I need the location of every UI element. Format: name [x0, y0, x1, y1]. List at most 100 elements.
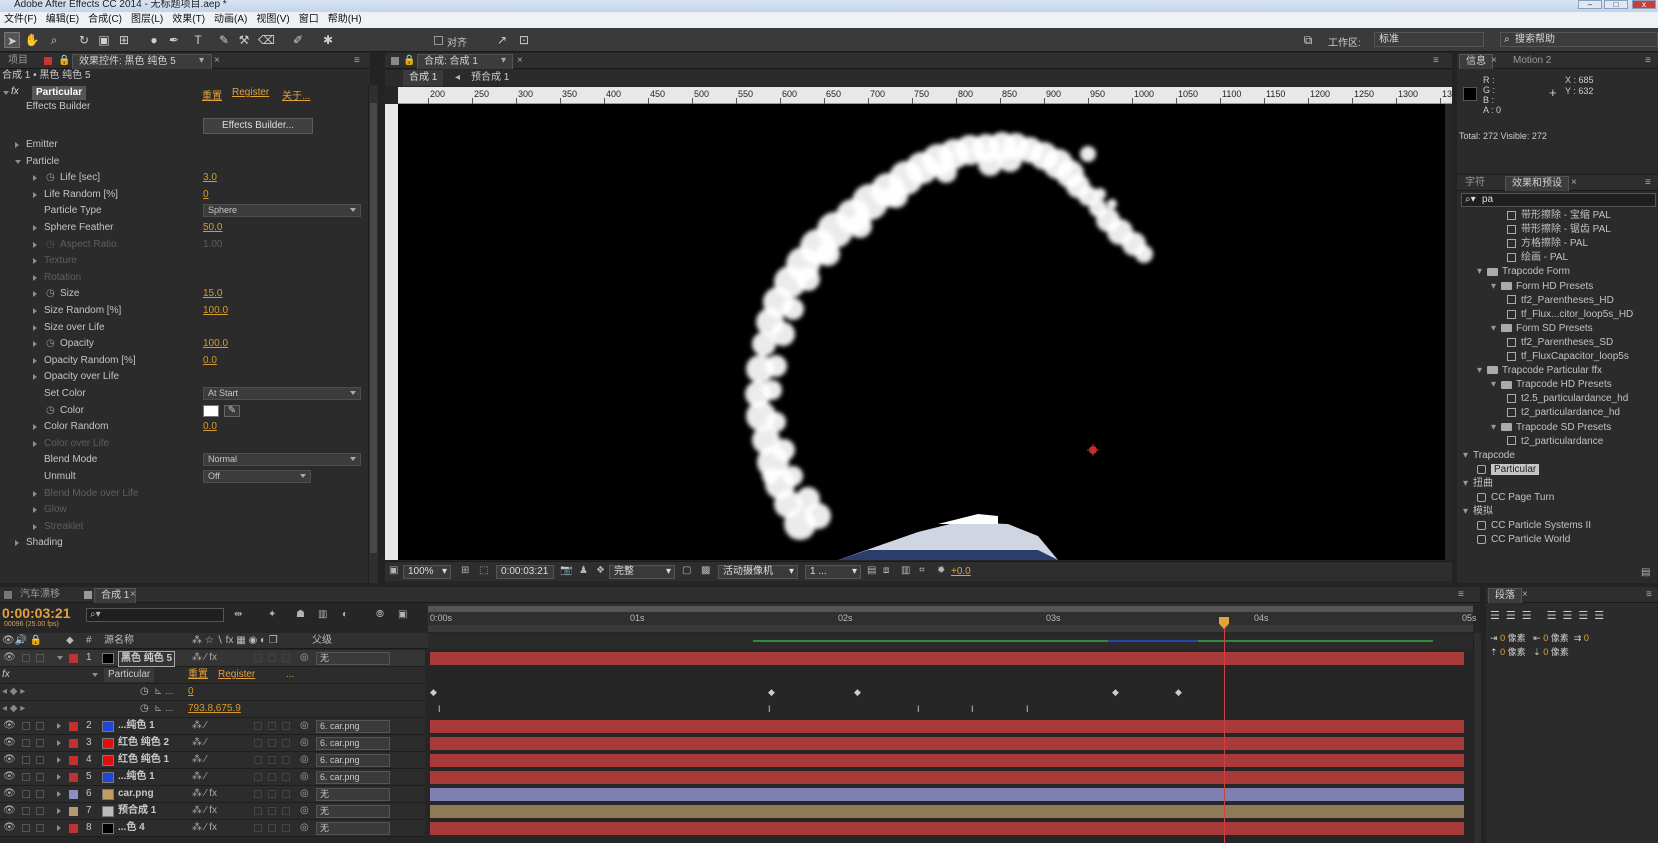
layer-duration-bar[interactable] [430, 822, 1464, 835]
work-area-bar[interactable] [428, 606, 1473, 612]
menu-file[interactable]: 文件(F) [0, 12, 42, 28]
parent-select[interactable]: 6. car.png [316, 771, 390, 784]
menu-view[interactable]: 视图(V) [252, 12, 294, 28]
lock-toggle[interactable] [36, 654, 44, 662]
flowchart-icon[interactable]: ⌗ [919, 565, 925, 576]
tab-paragraph[interactable]: 段落 [1488, 588, 1522, 603]
layer-label-color[interactable] [69, 739, 78, 748]
tree-item-doc[interactable]: tf2_Parentheses_SD [1507, 336, 1613, 350]
menu-layer[interactable]: 图层(L) [127, 12, 168, 28]
layer-duration-bar[interactable] [430, 720, 1464, 733]
keyframe-marker[interactable]: ◆ [854, 687, 861, 698]
effects-menu-icon[interactable]: ≡ [1645, 175, 1651, 191]
comp-close-icon[interactable]: × [517, 53, 523, 69]
switch-box[interactable] [282, 790, 290, 798]
keyframe-marker[interactable]: I [971, 704, 974, 714]
alignment-buttons[interactable]: ☰☰☰ ☰☰☰☰ [1490, 609, 1610, 622]
layer-label-color[interactable] [69, 790, 78, 799]
lock-icon[interactable]: 🔒 [58, 53, 70, 69]
tree-item-group[interactable]: ▾ 模拟 [1463, 505, 1493, 519]
property-select-blend-mode[interactable]: Normal [203, 453, 361, 467]
layer-row[interactable]: 👁 7 预合成 1 ⁂ ∕ fx ◎ 无 [0, 803, 425, 820]
panel-menu-icon[interactable]: ≡ [354, 53, 360, 69]
viewer-timecode[interactable]: 0:00:03:21 [496, 565, 554, 579]
effects-close-icon[interactable]: × [1571, 175, 1577, 191]
expand-size-random-icon[interactable] [33, 308, 37, 314]
layer-row[interactable]: 👁 3 红色 纯色 2 ⁂ ∕ ◎ 6. car.png [0, 735, 425, 752]
views-select[interactable]: 1 ... ▾ [805, 565, 861, 579]
switch-box[interactable] [282, 654, 290, 662]
current-timecode[interactable]: 0:00:03:21 [2, 605, 71, 621]
about-link[interactable]: 关于... [282, 87, 310, 102]
layer-switches-icon[interactable]: ⁂ ∕ [192, 752, 206, 768]
property-select-unmult[interactable]: Off [203, 470, 311, 483]
lock-toggle[interactable] [36, 773, 44, 781]
tree-toggle-icon[interactable]: ▾ [1463, 477, 1473, 491]
zoom-tool-icon[interactable]: ⌕ [46, 32, 62, 48]
keyframe-marker[interactable]: I [917, 704, 920, 714]
visibility-eye-icon[interactable]: 👁 [3, 820, 16, 836]
parent-select[interactable]: 无 [316, 652, 390, 665]
tree-toggle-icon[interactable]: ▾ [1491, 280, 1501, 294]
tree-toggle-icon[interactable]: ▾ [1477, 265, 1487, 279]
switch-box[interactable] [282, 722, 290, 730]
tree-item-doc[interactable]: tf2_Parentheses_HD [1507, 294, 1614, 308]
parent-select[interactable]: 6. car.png [316, 720, 390, 733]
expand-particle-icon[interactable] [15, 159, 21, 164]
snapshot-icon[interactable]: 📷 [560, 565, 572, 576]
time-ruler[interactable]: 0:00s 01s 02s 03s 04s 05s [428, 604, 1477, 632]
layer-name[interactable]: 黑色 纯色 5 [118, 651, 176, 667]
space-before-value[interactable]: 0 [1500, 647, 1505, 657]
camera-select[interactable]: 活动摄像机 ▾ [718, 565, 798, 579]
solo-toggle[interactable] [22, 807, 30, 815]
lock-toggle[interactable] [36, 739, 44, 747]
layer-name[interactable]: 红色 纯色 1 [118, 752, 169, 768]
crumb-precomp[interactable]: 预合成 1 [471, 70, 509, 86]
tree-item-effect[interactable]: CC Particle World [1477, 533, 1570, 547]
roto-brush-tool-icon[interactable]: ✐ [290, 32, 306, 48]
vertical-ruler[interactable] [385, 104, 398, 560]
motion-blur-icon[interactable]: ◐ [342, 609, 348, 620]
expand-sphere-feather-icon[interactable] [33, 225, 37, 231]
tree-item-effect[interactable]: CC Particle Systems II [1477, 519, 1591, 533]
solo-toggle[interactable] [22, 739, 30, 747]
timeline-search-input[interactable]: ⌕▾ [86, 608, 224, 622]
anchor-crosshair-icon[interactable] [1087, 444, 1099, 456]
menu-edit[interactable]: 编辑(E) [42, 12, 84, 28]
stopwatch-size-icon[interactable]: ◷ [46, 286, 55, 302]
tree-toggle-icon[interactable]: ▾ [1463, 449, 1473, 463]
layer-name[interactable]: ...纯色 1 [118, 769, 155, 785]
solo-toggle[interactable] [22, 722, 30, 730]
property-value-sphere-feather[interactable]: 50.0 [203, 220, 222, 236]
switch-box[interactable] [268, 739, 276, 747]
layer-switches-icon[interactable]: ⁂ ∕ fx [192, 803, 217, 819]
layer-row[interactable]: 👁 6 car.png ⁂ ∕ fx ◎ 无 [0, 786, 425, 803]
switch-box[interactable] [282, 807, 290, 815]
keyframe-nav-icon[interactable]: ◂ ◆ ▸ [2, 684, 25, 700]
visibility-eye-icon[interactable]: 👁 [3, 735, 16, 751]
layer-expand-icon[interactable] [57, 808, 61, 814]
layer-switches-icon[interactable]: ⁂ ∕ [192, 735, 206, 751]
layer-duration-bar[interactable] [430, 788, 1464, 801]
pickwhip-icon[interactable]: ◎ [300, 769, 309, 785]
resolution-select[interactable]: 完整 ▾ [609, 565, 675, 579]
pickwhip-icon[interactable]: ◎ [300, 803, 309, 819]
layer-expand-icon[interactable] [57, 757, 61, 763]
expand-opacity-over-life-icon[interactable] [33, 374, 37, 381]
comp-dropdown-icon[interactable]: ▾ [501, 53, 506, 69]
tree-item-doc[interactable]: t2_particulardance [1507, 435, 1603, 449]
tree-item-doc[interactable]: tf_FluxCapacitor_loop5s [1507, 350, 1629, 364]
effects-builder-button[interactable]: Effects Builder... [203, 118, 313, 134]
layer-row[interactable]: 👁 8 ...色 4 ⁂ ∕ fx ◎ 无 [0, 820, 425, 837]
reset-link[interactable]: 重置 [202, 87, 222, 102]
transparency-grid-icon[interactable]: ▩ [701, 565, 710, 576]
timeline-reset-link[interactable]: 重置 [188, 667, 208, 683]
switch-box[interactable] [282, 773, 290, 781]
timeline-icon[interactable]: ▥ [901, 565, 910, 576]
tree-item-folder[interactable]: ▾ Trapcode HD Presets [1491, 378, 1612, 392]
info-close-icon[interactable]: × [1491, 53, 1497, 69]
layer-label-color[interactable] [69, 654, 78, 663]
expand-rotation-icon[interactable] [33, 274, 37, 281]
exposure-icon[interactable]: ✹ [937, 565, 945, 576]
pickwhip-icon[interactable]: ◎ [300, 735, 309, 751]
